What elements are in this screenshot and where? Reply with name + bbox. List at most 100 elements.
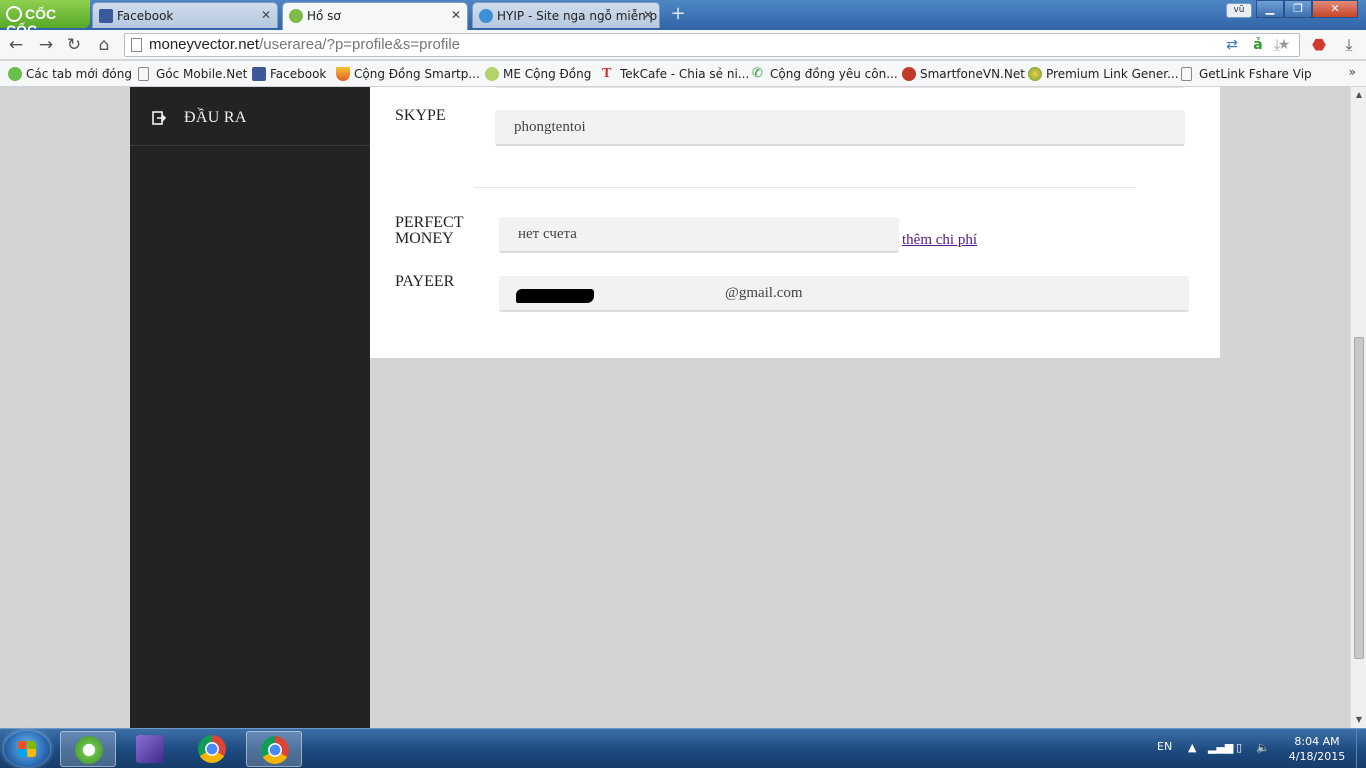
bookmark-item[interactable]: ME Cộng Đồng: [485, 65, 591, 83]
perfect-money-label-line1: PERFECT: [395, 214, 464, 231]
language-indicator[interactable]: EN: [1157, 740, 1172, 753]
address-bar[interactable]: moneyvector.net/userarea/?p=profile&s=pr…: [124, 33, 1300, 57]
sidebar-item-logout[interactable]: ĐẦU RA: [130, 87, 370, 146]
url-host: moneyvector.net: [149, 36, 260, 53]
perfect-money-input[interactable]: [499, 217, 899, 253]
facebook-icon: [99, 9, 113, 23]
taskbar-visual-studio[interactable]: [122, 731, 178, 767]
add-fee-link[interactable]: thêm chi phí: [902, 232, 977, 249]
show-desktop-button[interactable]: [1356, 729, 1366, 768]
vertical-scrollbar[interactable]: ▲ ▼: [1350, 87, 1366, 728]
logout-icon: [152, 111, 166, 125]
bookmark-item[interactable]: T TekCafe - Chia sẻ ni...: [602, 65, 749, 83]
previous-field-edge: [495, 87, 1185, 88]
browser-titlebar: CỐC CỐC Facebook ✕ Hồ sơ ✕ HYIP - Site n…: [0, 0, 1366, 38]
tab-label: Hồ sơ: [307, 9, 341, 23]
site-icon: [479, 9, 493, 23]
clock-time: 8:04 AM: [1294, 735, 1340, 748]
close-tab-icon[interactable]: ✕: [643, 8, 653, 22]
coccoc-icon: [75, 736, 103, 764]
money-icon: [289, 9, 303, 23]
profile-chip[interactable]: vũ: [1226, 3, 1252, 18]
window-controls: ▁ ❐ ✕: [1256, 0, 1358, 18]
save-page-icon[interactable]: ⤓: [1266, 35, 1288, 55]
minimize-icon[interactable]: ▁: [1256, 0, 1284, 18]
skype-label: SKYPE: [395, 107, 446, 124]
perfect-money-label-line2: MONEY: [395, 230, 454, 247]
page-icon: [131, 38, 142, 52]
bookmark-item[interactable]: Cộng Đồng Smartp...: [336, 65, 480, 83]
site-icon: [485, 67, 499, 81]
download-icon[interactable]: ⤓: [1338, 35, 1360, 55]
adblock-icon[interactable]: ⬣: [1308, 35, 1330, 55]
close-window-icon[interactable]: ✕: [1312, 0, 1358, 18]
clock-date: 4/18/2015: [1288, 750, 1346, 763]
phone-icon: ✆: [752, 66, 763, 81]
bookmark-item[interactable]: SmartfoneVN.Net: [902, 65, 1025, 83]
site-icon: [1028, 67, 1042, 81]
taskbar-coccoc[interactable]: [60, 731, 116, 767]
bookmarks-bar: Các tab mới đóng Góc Mobile.Net Facebook…: [0, 61, 1366, 87]
bookmark-label: GetLink Fshare Vip: [1199, 67, 1312, 81]
scroll-up-icon[interactable]: ▲: [1351, 87, 1366, 103]
bookmark-recent-tabs[interactable]: Các tab mới đóng: [8, 65, 132, 83]
show-hidden-icons-icon[interactable]: ▲: [1188, 741, 1196, 754]
tab-ho-so[interactable]: Hồ sơ ✕: [282, 2, 468, 30]
bookmark-label: ME Cộng Đồng: [503, 67, 592, 81]
url-text[interactable]: moneyvector.net/userarea/?p=profile&s=pr…: [149, 36, 460, 53]
tab-hyip[interactable]: HYIP - Site nga ngỗ miễn p ✕: [472, 2, 660, 28]
restore-icon[interactable]: ❐: [1284, 0, 1312, 18]
tab-facebook[interactable]: Facebook ✕: [92, 2, 278, 28]
url-path: /userarea/?p=profile&s=profile: [259, 36, 461, 53]
visual-studio-icon: [136, 735, 164, 763]
sidebar: ĐẦU RA: [130, 87, 370, 728]
bookmark-item[interactable]: Premium Link Gener...: [1028, 65, 1179, 83]
bookmark-label: Các tab mới đóng: [26, 67, 132, 81]
bookmark-label: Góc Mobile.Net: [156, 67, 248, 81]
translate-icon[interactable]: ⇄: [1223, 36, 1241, 54]
skype-input[interactable]: [495, 110, 1185, 146]
new-tab-button[interactable]: +: [668, 5, 688, 24]
forward-arrow-icon[interactable]: →: [36, 35, 56, 55]
history-icon: [8, 67, 22, 81]
coccoc-logo[interactable]: CỐC CỐC: [0, 0, 90, 38]
home-icon[interactable]: ⌂: [94, 35, 114, 55]
site-icon: [336, 67, 350, 81]
system-clock[interactable]: 8:04 AM 4/18/2015: [1282, 734, 1352, 764]
back-arrow-icon[interactable]: ←: [6, 35, 26, 55]
close-tab-icon[interactable]: ✕: [261, 8, 271, 22]
chrome-icon: [198, 735, 226, 763]
page-icon: [1181, 67, 1192, 81]
start-button[interactable]: [4, 731, 50, 767]
payeer-input[interactable]: [499, 276, 1189, 312]
payeer-label: PAYEER: [395, 273, 455, 290]
bookmark-item[interactable]: GetLink Fshare Vip: [1181, 65, 1312, 83]
bookmark-label: Premium Link Gener...: [1046, 67, 1179, 81]
windows-logo-icon-lower: [18, 749, 36, 757]
close-tab-icon[interactable]: ✕: [451, 8, 461, 22]
vietnamese-input-icon[interactable]: ả: [1249, 36, 1267, 54]
tekcafe-icon: T: [602, 66, 612, 81]
scroll-thumb[interactable]: [1354, 337, 1364, 659]
perfect-money-label: PERFECT MONEY: [395, 215, 463, 247]
section-divider: [474, 187, 1136, 188]
bookmark-item[interactable]: Góc Mobile.Net: [138, 65, 247, 83]
scroll-down-icon[interactable]: ▼: [1351, 712, 1366, 728]
tab-label: HYIP - Site nga ngỗ miễn p: [497, 9, 658, 23]
tab-label: Facebook: [117, 9, 174, 23]
page-viewport: ĐẦU RA SKYPE PERFECT MONEY thêm chi phí …: [0, 87, 1350, 728]
network-icon[interactable]: ▂▄▆: [1208, 741, 1233, 754]
battery-icon[interactable]: ▯: [1236, 741, 1242, 754]
reload-icon[interactable]: ↻: [64, 35, 84, 55]
taskbar-chrome[interactable]: [184, 731, 240, 767]
more-bookmarks-icon[interactable]: »: [1349, 65, 1356, 79]
taskbar-chrome-active[interactable]: [246, 731, 302, 767]
site-icon: [902, 67, 916, 81]
facebook-icon: [252, 67, 266, 81]
bookmark-item[interactable]: ✆ Cộng đồng yêu côn...: [752, 65, 898, 83]
volume-icon[interactable]: 🔈: [1256, 741, 1270, 754]
bookmark-item[interactable]: Facebook: [252, 65, 326, 83]
chrome-icon: [261, 736, 289, 764]
coccoc-logo-icon: [6, 6, 22, 22]
bookmark-label: Cộng đồng yêu côn...: [770, 67, 898, 81]
